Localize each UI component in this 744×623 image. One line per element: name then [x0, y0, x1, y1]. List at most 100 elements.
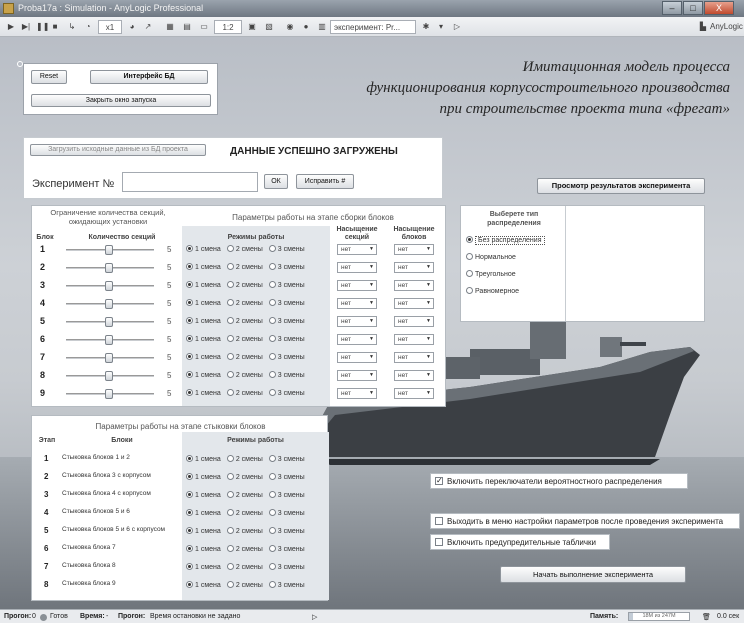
mode-option[interactable]: 3 смены: [268, 353, 305, 361]
radio-icon[interactable]: [268, 545, 276, 552]
more-icon[interactable]: ▷: [452, 20, 462, 34]
radio-icon[interactable]: [268, 317, 276, 324]
sat-sections-select[interactable]: нет: [337, 370, 377, 381]
fit-icon[interactable]: ▣: [246, 20, 258, 34]
mode-option[interactable]: 3 смены: [268, 473, 305, 481]
close-launch-window-button[interactable]: Закрыть окно запуска: [31, 94, 211, 107]
section-count-slider[interactable]: [66, 335, 154, 345]
mode-option[interactable]: 3 смены: [268, 245, 305, 253]
start-experiment-button[interactable]: Начать выполнение эксперимента: [500, 566, 686, 583]
mode-option[interactable]: 2 смены: [226, 527, 263, 535]
mode-option[interactable]: 3 смены: [268, 545, 305, 553]
minimize-button[interactable]: –: [662, 1, 682, 15]
slow-down-icon[interactable]: ◔: [82, 20, 94, 34]
experiment-select[interactable]: эксперимент: Pr...: [330, 20, 416, 34]
radio-icon[interactable]: [268, 563, 276, 570]
radio-icon[interactable]: [226, 545, 234, 552]
radio-icon[interactable]: [186, 581, 193, 588]
radio-icon[interactable]: [226, 473, 234, 480]
mode-option[interactable]: 3 смены: [268, 527, 305, 535]
mode-option[interactable]: 3 смены: [268, 563, 305, 571]
mode-option[interactable]: 3 смены: [268, 299, 305, 307]
real-time-icon[interactable]: ↗: [142, 20, 154, 34]
radio-icon[interactable]: [226, 509, 234, 516]
radio-icon[interactable]: [226, 245, 234, 252]
radio-icon[interactable]: [466, 270, 473, 277]
section-count-slider[interactable]: [66, 371, 154, 381]
radio-icon[interactable]: [268, 245, 276, 252]
pause-icon[interactable]: ❚❚: [36, 20, 49, 34]
exit-menu-option[interactable]: Выходить в меню настройки параметров пос…: [430, 513, 740, 529]
radio-icon[interactable]: [226, 389, 234, 396]
radio-icon[interactable]: [268, 581, 276, 588]
mode-option[interactable]: 2 смены: [226, 389, 263, 397]
radio-icon[interactable]: [268, 527, 276, 534]
mode-option[interactable]: 2 смены: [226, 473, 263, 481]
section-count-slider[interactable]: [66, 317, 154, 327]
run-icon[interactable]: ▶: [6, 20, 16, 34]
mode-option[interactable]: 1 смена: [186, 317, 221, 325]
mode-option[interactable]: 3 смены: [268, 281, 305, 289]
radio-icon[interactable]: [186, 263, 193, 270]
section-count-slider[interactable]: [66, 389, 154, 399]
view-area-icon[interactable]: ▦: [164, 20, 176, 34]
mode-option[interactable]: 1 смена: [186, 491, 221, 499]
radio-icon[interactable]: [268, 335, 276, 342]
section-count-slider[interactable]: [66, 263, 154, 273]
mode-option[interactable]: 3 смены: [268, 389, 305, 397]
radio-icon[interactable]: [186, 299, 193, 306]
radio-icon[interactable]: [186, 317, 193, 324]
experiment-icon[interactable]: ▥: [316, 20, 328, 34]
sat-sections-select[interactable]: нет: [337, 298, 377, 309]
radio-icon[interactable]: [186, 473, 193, 480]
mode-option[interactable]: 3 смены: [268, 371, 305, 379]
record-icon[interactable]: ●: [300, 20, 312, 34]
slider-thumb[interactable]: [105, 353, 113, 363]
sat-sections-select[interactable]: нет: [337, 316, 377, 327]
mode-option[interactable]: 1 смена: [186, 545, 221, 553]
mode-option[interactable]: 2 смены: [226, 509, 263, 517]
radio-icon[interactable]: [268, 371, 276, 378]
mode-option[interactable]: 2 смены: [226, 455, 263, 463]
experiment-number-input[interactable]: [122, 172, 258, 192]
section-count-slider[interactable]: [66, 299, 154, 309]
scale-field[interactable]: 1:2: [214, 20, 242, 34]
radio-icon[interactable]: [186, 563, 193, 570]
radio-icon[interactable]: [268, 263, 276, 270]
mode-option[interactable]: 3 смены: [268, 335, 305, 343]
mode-option[interactable]: 2 смены: [226, 581, 263, 589]
section-count-slider[interactable]: [66, 353, 154, 363]
radio-icon[interactable]: [466, 253, 473, 260]
mode-option[interactable]: 3 смены: [268, 491, 305, 499]
mode-option[interactable]: 2 смены: [226, 491, 263, 499]
radio-icon[interactable]: [186, 371, 193, 378]
radio-icon[interactable]: [226, 371, 234, 378]
mode-option[interactable]: 1 смена: [186, 455, 221, 463]
radio-icon[interactable]: [268, 473, 276, 480]
status-more-icon[interactable]: ▷: [312, 613, 317, 621]
radio-icon[interactable]: [268, 491, 276, 498]
radio-icon[interactable]: [226, 527, 234, 534]
distribution-option[interactable]: Без распределения: [466, 236, 545, 245]
slider-thumb[interactable]: [105, 371, 113, 381]
sat-blocks-select[interactable]: нет: [394, 298, 434, 309]
mode-option[interactable]: 3 смены: [268, 581, 305, 589]
radio-icon[interactable]: [186, 527, 193, 534]
db-interface-button[interactable]: Интерфейс БД: [90, 70, 208, 84]
radio-icon[interactable]: [466, 287, 473, 294]
radio-icon[interactable]: [226, 353, 234, 360]
enable-switches-checkbox[interactable]: [435, 476, 443, 485]
mode-option[interactable]: 2 смены: [226, 263, 263, 271]
sat-sections-select[interactable]: нет: [337, 352, 377, 363]
mode-option[interactable]: 1 смена: [186, 389, 221, 397]
mode-option[interactable]: 3 смены: [268, 263, 305, 271]
sat-sections-select[interactable]: нет: [337, 262, 377, 273]
radio-icon[interactable]: [186, 455, 193, 462]
radio-icon[interactable]: [226, 317, 234, 324]
radio-icon[interactable]: [186, 335, 193, 342]
time-mode-icon[interactable]: ↳: [66, 20, 78, 34]
mode-option[interactable]: 2 смены: [226, 335, 263, 343]
radio-icon[interactable]: [268, 281, 276, 288]
radio-icon[interactable]: [268, 353, 276, 360]
mode-option[interactable]: 1 смена: [186, 371, 221, 379]
